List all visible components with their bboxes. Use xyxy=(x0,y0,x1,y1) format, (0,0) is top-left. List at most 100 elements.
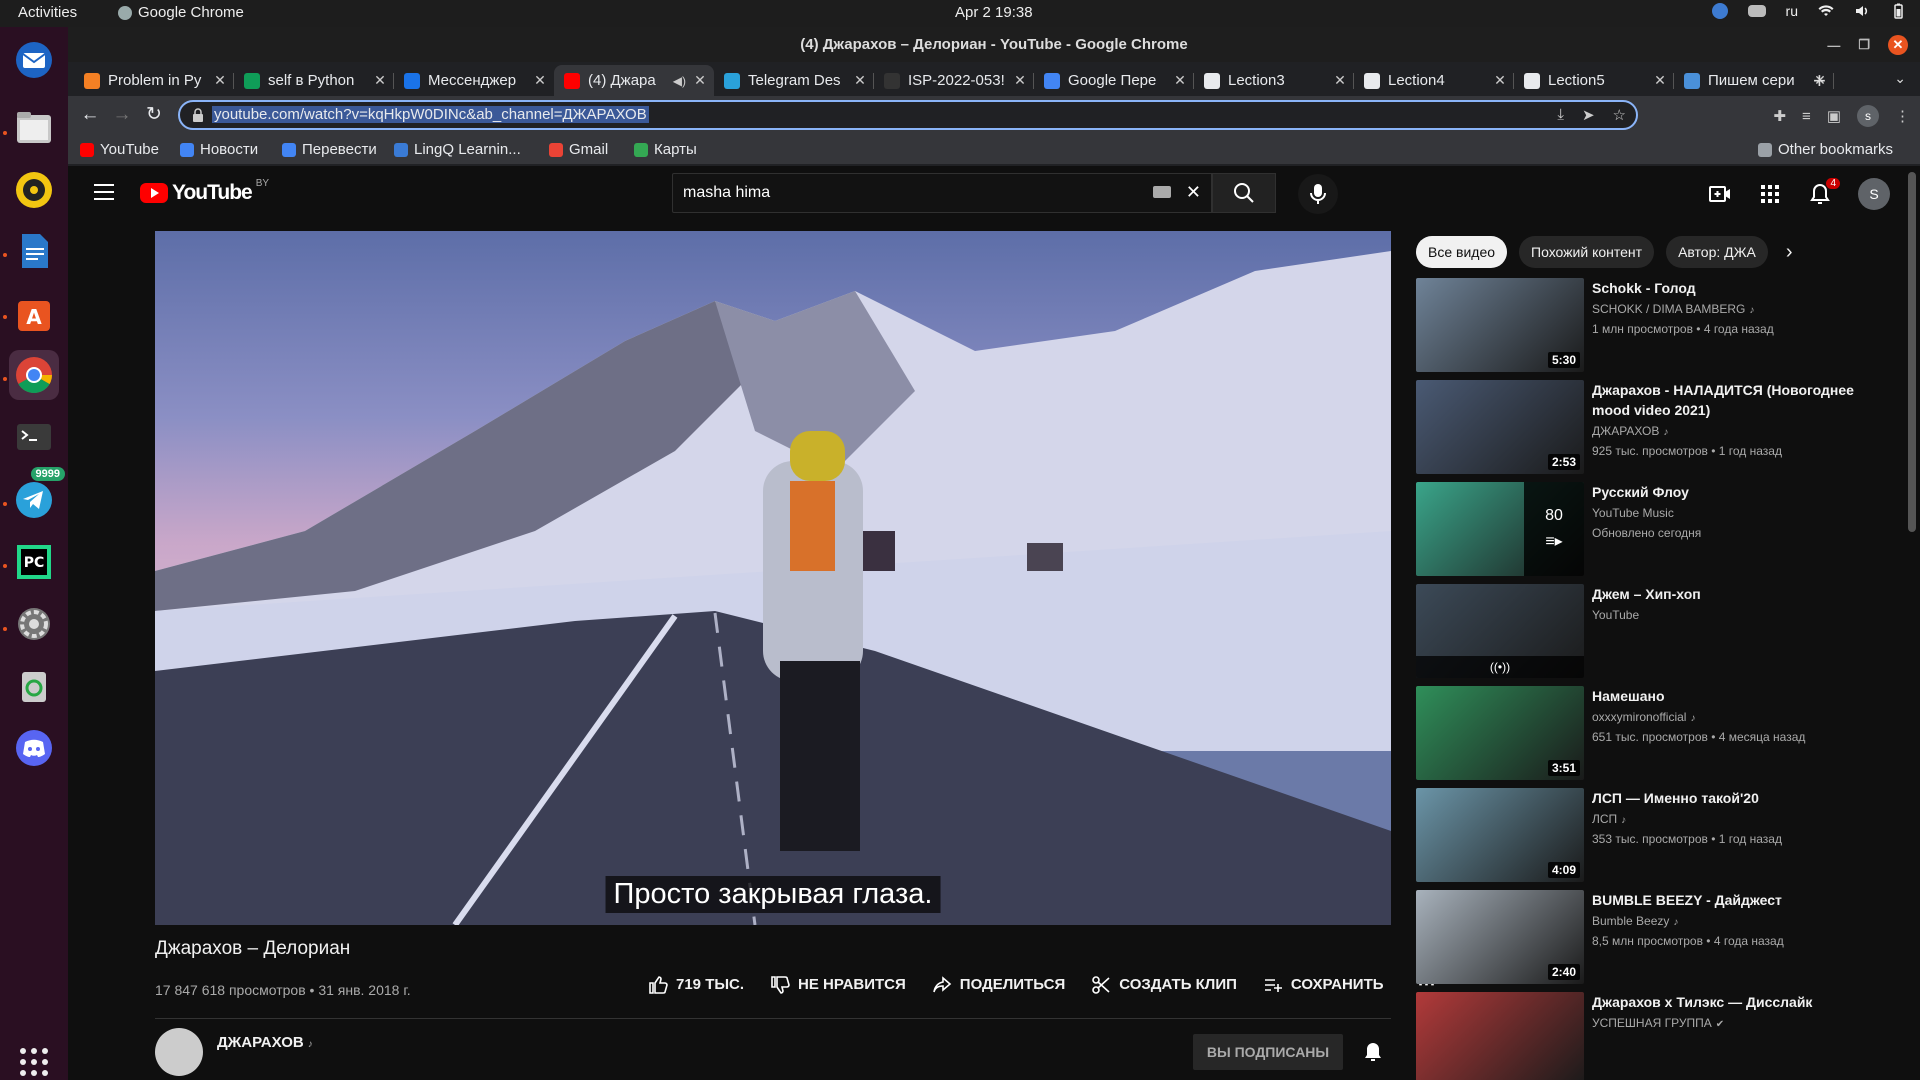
bookmark-item[interactable]: LingQ Learnin... xyxy=(394,141,521,158)
dock-trash[interactable] xyxy=(9,661,59,711)
like-button[interactable]: 719 ТЫС. xyxy=(648,975,744,995)
system-tray[interactable]: ru xyxy=(1711,3,1906,19)
tab-close-icon[interactable]: ✕ xyxy=(532,72,548,89)
lock-icon[interactable] xyxy=(192,108,204,122)
dock-pycharm[interactable]: PC xyxy=(9,537,59,587)
tab-close-icon[interactable]: ✕ xyxy=(212,72,228,89)
browser-tab[interactable]: (4) Джара ◀) ✕ xyxy=(554,65,714,96)
dock-files[interactable] xyxy=(9,102,59,152)
search-input[interactable]: masha hima ✕ xyxy=(672,173,1212,213)
save-button[interactable]: СОХРАНИТЬ xyxy=(1263,975,1384,995)
dislike-button[interactable]: НЕ НРАВИТСЯ xyxy=(770,975,906,995)
new-tab-button[interactable]: + xyxy=(1813,68,1826,94)
video-thumbnail[interactable]: 2:53 xyxy=(1416,380,1584,474)
dock-telegram[interactable]: 9999 xyxy=(9,467,65,525)
recommendation-title[interactable]: Намешано xyxy=(1592,686,1892,706)
tab-audio-icon[interactable]: ◀) xyxy=(673,74,686,88)
video-thumbnail[interactable]: 3:51 xyxy=(1416,686,1584,780)
recommendation-item[interactable]: 80 ≡▸ Русский Флоу YouTube Music Обновлено с… xyxy=(1416,482,1896,576)
minimize-button[interactable]: — xyxy=(1827,38,1840,53)
notifications-bell-icon[interactable]: 4 xyxy=(1808,178,1840,206)
discord-tray-icon[interactable] xyxy=(1747,5,1766,17)
apps-grid-icon[interactable] xyxy=(1758,182,1782,206)
status-icon[interactable] xyxy=(1711,3,1728,19)
tab-close-icon[interactable]: ✕ xyxy=(1332,72,1348,89)
voice-search-button[interactable] xyxy=(1298,174,1338,214)
extensions-icon[interactable]: ✚ xyxy=(1773,107,1786,125)
recommendation-item[interactable]: 2:53 Джарахов - НАЛАДИТСЯ (Новогоднее moo… xyxy=(1416,380,1896,474)
dock-software-center[interactable]: A xyxy=(9,288,59,338)
tab-close-icon[interactable]: ✕ xyxy=(1492,72,1508,89)
bookmark-item[interactable]: Gmail xyxy=(549,141,608,158)
close-window-button[interactable]: ✕ xyxy=(1888,35,1908,55)
recommendation-item[interactable]: 4:09 ЛСП — Именно такой'20 ЛСП ♪ 353 тыс. пр… xyxy=(1416,788,1896,882)
tab-close-icon[interactable]: ✕ xyxy=(692,72,708,89)
recommendation-item[interactable]: ((•)) Джем – Хип-хоп YouTube xyxy=(1416,584,1896,678)
recommendation-title[interactable]: Русский Флоу xyxy=(1592,482,1892,502)
tab-close-icon[interactable]: ✕ xyxy=(1012,72,1028,89)
recommendation-channel[interactable]: Bumble Beezy ♪ xyxy=(1592,914,1892,928)
clock[interactable]: Apr 2 19:38 xyxy=(955,4,1033,21)
recommendation-item[interactable]: 3:51 Намешано oxxxymironofficial ♪ 651 тыс. … xyxy=(1416,686,1896,780)
browser-tab[interactable]: Lection4 ✕ xyxy=(1354,65,1514,96)
recommendation-channel[interactable]: ДЖАРАХОВ ♪ xyxy=(1592,424,1892,438)
channel-avatar[interactable] xyxy=(155,1028,203,1076)
menu-hamburger-icon[interactable] xyxy=(94,184,114,200)
dock-thunderbird[interactable] xyxy=(9,35,59,85)
browser-tab[interactable]: Google Пере ✕ xyxy=(1034,65,1194,96)
keyboard-icon[interactable] xyxy=(1153,186,1171,198)
video-thumbnail[interactable]: 4:09 xyxy=(1416,788,1584,882)
back-button[interactable]: ← xyxy=(78,104,102,128)
youtube-logo[interactable]: YouTube BY xyxy=(140,178,269,205)
tab-close-icon[interactable]: ✕ xyxy=(852,72,868,89)
send-icon[interactable]: ➤ xyxy=(1582,106,1595,124)
browser-tab[interactable]: Lection5 ✕ xyxy=(1514,65,1674,96)
wifi-icon[interactable] xyxy=(1818,3,1834,19)
search-button[interactable] xyxy=(1212,173,1276,213)
window-titlebar[interactable]: (4) Джарахов – Делориан - YouTube - Goog… xyxy=(68,27,1920,62)
browser-tab[interactable]: self в Python ✕ xyxy=(234,65,394,96)
profile-avatar[interactable]: s xyxy=(1857,105,1879,127)
recommendation-title[interactable]: BUMBLE BEEZY - Дайджест xyxy=(1592,890,1892,910)
other-bookmarks[interactable]: Other bookmarks xyxy=(1758,141,1893,158)
chip-related[interactable]: Похожий контент xyxy=(1519,236,1655,268)
channel-name[interactable]: ДЖАРАХОВ ♪ xyxy=(217,1034,313,1051)
bookmark-item[interactable]: Карты xyxy=(634,141,697,158)
tab-close-icon[interactable]: ✕ xyxy=(1172,72,1188,89)
address-bar[interactable]: youtube.com/watch?v=kqHkpW0DINc&ab_chann… xyxy=(178,100,1638,130)
maximize-button[interactable]: ❐ xyxy=(1858,37,1870,53)
recommendation-title[interactable]: Джарахов - НАЛАДИТСЯ (Новогоднее mood vi… xyxy=(1592,380,1892,420)
browser-tab[interactable]: Пишем сери ✕ xyxy=(1674,65,1834,96)
activities-button[interactable]: Activities xyxy=(18,4,77,21)
app-menu[interactable]: Google Chrome xyxy=(118,4,244,21)
video-thumbnail[interactable]: 80 ≡▸ xyxy=(1416,482,1584,576)
video-thumbnail[interactable]: ((•)) xyxy=(1416,584,1584,678)
recommendation-title[interactable]: Джем – Хип-хоп xyxy=(1592,584,1892,604)
clip-button[interactable]: СОЗДАТЬ КЛИП xyxy=(1091,975,1237,995)
bookmark-item[interactable]: Перевести xyxy=(282,141,377,158)
search-query[interactable]: masha hima xyxy=(683,184,770,202)
language-indicator[interactable]: ru xyxy=(1786,3,1798,19)
recommendation-item[interactable]: 5:30 Schokk - Голод SCHOKK / DIMA BAMBERG ♪… xyxy=(1416,278,1896,372)
video-player[interactable]: Просто закрывая глаза. xyxy=(155,231,1391,925)
tab-close-icon[interactable]: ✕ xyxy=(1652,72,1668,89)
subscription-bell-icon[interactable] xyxy=(1361,1040,1385,1064)
media-control-icon[interactable]: ≡ xyxy=(1802,108,1811,125)
share-button[interactable]: ПОДЕЛИТЬСЯ xyxy=(932,975,1065,995)
browser-tab[interactable]: ISP-2022-053! ✕ xyxy=(874,65,1034,96)
recommendation-item[interactable]: 2:40 BUMBLE BEEZY - Дайджест Bumble Beezy ♪… xyxy=(1416,890,1896,984)
recommendation-item[interactable]: Джарахов x Тилэкс — Дисслайк УСПЕШНАЯ ГРУ… xyxy=(1416,992,1896,1080)
url-text[interactable]: youtube.com/watch?v=kqHkpW0DINc&ab_chann… xyxy=(212,106,649,123)
video-thumbnail[interactable] xyxy=(1416,992,1584,1080)
recommendation-title[interactable]: ЛСП — Именно такой'20 xyxy=(1592,788,1892,808)
recommendation-channel[interactable]: YouTube Music xyxy=(1592,506,1892,520)
recommendation-title[interactable]: Schokk - Голод xyxy=(1592,278,1892,298)
user-avatar[interactable]: S xyxy=(1858,178,1890,210)
recommendation-channel[interactable]: SCHOKK / DIMA BAMBERG ♪ xyxy=(1592,302,1892,316)
page-scrollbar[interactable] xyxy=(1908,172,1916,532)
forward-button[interactable]: → xyxy=(110,104,134,128)
clear-search-icon[interactable]: ✕ xyxy=(1186,182,1201,203)
browser-tab[interactable]: Problem in Py ✕ xyxy=(74,65,234,96)
recommendation-channel[interactable]: YouTube xyxy=(1592,608,1892,622)
create-video-icon[interactable] xyxy=(1708,182,1732,206)
